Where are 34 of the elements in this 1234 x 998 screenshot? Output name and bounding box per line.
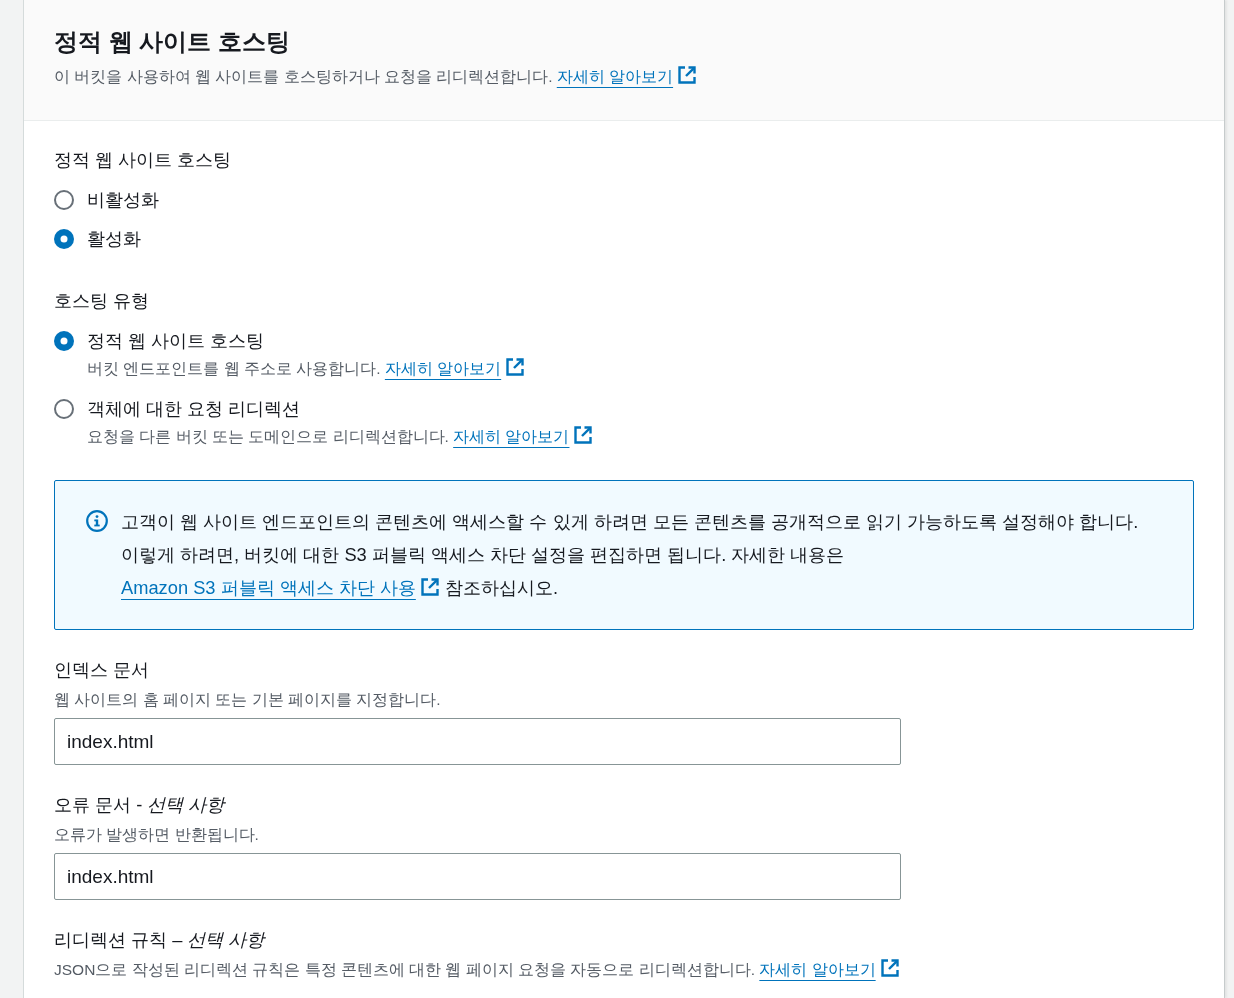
info-icon bbox=[86, 510, 108, 532]
panel-title: 정적 웹 사이트 호스팅 bbox=[54, 27, 291, 57]
learn-more-link[interactable]: 자세히 알아보기 bbox=[384, 360, 526, 377]
field-description: JSON으로 작성된 리디렉션 규칙은 특정 콘텐츠에 대한 웹 페이지 요청을 자동으로 리디렉션합니다. 자세히 알아보기 bbox=[54, 958, 1194, 982]
radio-label[interactable]: 정적 웹 사이트 호스팅 bbox=[87, 327, 265, 355]
field-label: 오류 문서 - 선택 사항 bbox=[54, 793, 227, 817]
external-link-icon bbox=[419, 577, 440, 597]
option-description: 요청을 다른 버킷 또는 도메인으로 리디렉션합니다. 자세히 알아보기 bbox=[54, 425, 1194, 449]
external-link-icon bbox=[505, 357, 526, 377]
learn-more-link[interactable]: 자세히 알아보기 bbox=[759, 961, 900, 978]
radio-label[interactable]: 객체에 대한 요청 리디렉션 bbox=[87, 395, 301, 423]
radio-label[interactable]: 활성화 bbox=[87, 225, 141, 253]
external-link-icon bbox=[573, 425, 594, 445]
field-description: 웹 사이트의 홈 페이지 또는 기본 페이지를 지정합니다. bbox=[54, 690, 442, 710]
radio-button[interactable] bbox=[54, 331, 74, 351]
field-description: 오류가 발생하면 반환됩니다. bbox=[54, 825, 260, 845]
external-link-icon bbox=[879, 958, 900, 978]
radio-label[interactable]: 비활성화 bbox=[87, 186, 159, 214]
alert-message: 고객이 웹 사이트 엔드포인트의 콘텐츠에 액세스할 수 있게 하려면 모든 콘텐츠를 공개적으로 읽기 가능하도록 설정해야 합니다. 이렇게 하려면, 버킷에 대한 S3 퍼블릭 액세스 차단 설정을 편집하면 됩니다. 자세한 내용은 Amazon S3 퍼블릭 액세스 차단 사용 참조하십시오. bbox=[121, 510, 1140, 600]
documentation-link[interactable]: Amazon S3 퍼블릭 액세스 차단 사용 bbox=[121, 577, 440, 598]
radio-button[interactable] bbox=[54, 399, 74, 419]
learn-more-link[interactable]: 자세히 알아보기 bbox=[453, 428, 594, 445]
radio-button[interactable] bbox=[54, 229, 74, 249]
field-label: 리디렉션 규칙 – 선택 사항 bbox=[54, 928, 267, 952]
text-input[interactable]: index.html bbox=[54, 718, 901, 765]
group-label: 호스팅 유형 bbox=[54, 289, 151, 313]
text-input[interactable]: index.html bbox=[54, 853, 901, 900]
learn-more-link[interactable]: 자세히 알아보기 bbox=[556, 68, 698, 85]
external-link-icon bbox=[677, 65, 698, 85]
radio-button[interactable] bbox=[54, 190, 74, 210]
option-description: 버킷 엔드포인트를 웹 주소로 사용합니다. 자세히 알아보기 bbox=[54, 357, 1194, 381]
panel-description: 이 버킷을 사용하여 웹 사이트를 호스팅하거나 요청을 리디렉션합니다. 자세히 알아보기 bbox=[54, 65, 1194, 89]
group-label: 정적 웹 사이트 호스팅 bbox=[54, 148, 233, 172]
field-label: 인덱스 문서 bbox=[54, 658, 151, 682]
